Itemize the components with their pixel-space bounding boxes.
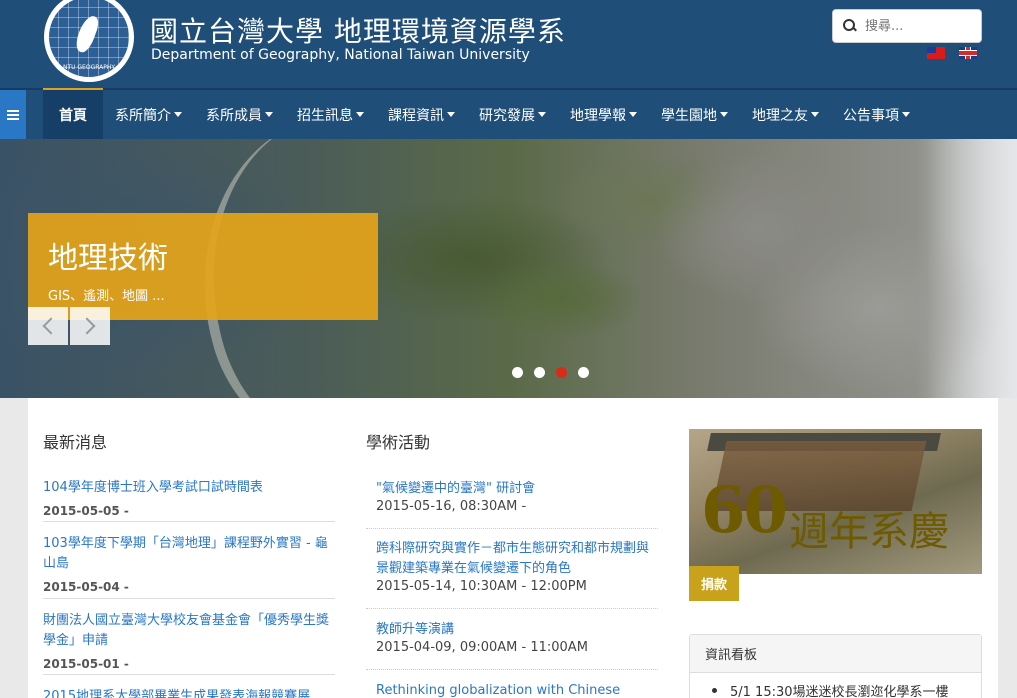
carousel-caption[interactable]: 地理技術 GIS、遙測、地圖 ...	[28, 213, 378, 320]
banner-number: 60	[701, 473, 788, 548]
chevron-right-icon	[78, 317, 96, 335]
carousel-indicator[interactable]	[578, 367, 589, 378]
menu-toggle-button[interactable]	[0, 90, 26, 139]
activity-item: "氣候變遷中的臺灣" 研討會 2015-05-16, 08:30AM -	[366, 479, 658, 529]
caret-down-icon	[629, 112, 637, 117]
carousel-indicator-active[interactable]	[556, 367, 567, 378]
caret-down-icon	[447, 112, 455, 117]
news-link[interactable]: 103學年度下學期「台灣地理」課程野外實習 - 龜山島	[43, 534, 335, 574]
activity-time: 2015-05-14, 10:30AM - 12:00PM	[376, 579, 587, 594]
news-section-title: 最新消息	[43, 433, 108, 452]
nav-item-label: 公告事項	[843, 107, 899, 124]
donate-button[interactable]: 捐款	[689, 566, 739, 601]
search-box[interactable]	[832, 9, 982, 43]
main-nav: 首頁 系所簡介 系所成員 招生訊息 課程資訊 研究發展 地理學報 學生園地 地理…	[0, 88, 1017, 139]
site-header: NTU GEOGRAPHY 國立台灣大學 地理環境資源學系 Department…	[0, 0, 1017, 88]
activity-item: Rethinking globalization with Chinese	[366, 681, 658, 698]
nav-item-label: 地理之友	[752, 107, 808, 124]
activity-link[interactable]: "氣候變遷中的臺灣" 研討會	[376, 479, 658, 499]
caret-down-icon	[356, 112, 364, 117]
nav-item-research[interactable]: 研究發展	[467, 90, 558, 139]
nav-item-journal[interactable]: 地理學報	[558, 90, 649, 139]
activity-time: 2015-05-16, 08:30AM -	[376, 499, 527, 514]
caption-text: GIS、遙測、地圖 ...	[48, 289, 165, 304]
banner-text: 週年系慶	[789, 509, 949, 555]
nav-item-home[interactable]: 首頁	[43, 88, 103, 139]
caret-down-icon	[811, 112, 819, 117]
news-link[interactable]: 財團法人國立臺灣大學校友會基金會「優秀學生獎學金」申請	[43, 611, 335, 651]
activity-item: 教師升等演講 2015-04-09, 09:00AM - 11:00AM	[366, 620, 658, 670]
hero-carousel[interactable]: 地理技術 GIS、遙測、地圖 ...	[0, 139, 1017, 398]
activity-link[interactable]: Rethinking globalization with Chinese	[376, 681, 658, 698]
nav-item-label: 系所簡介	[115, 107, 171, 124]
nav-item-label: 首頁	[59, 107, 87, 124]
news-date: 2015-05-01 -	[43, 657, 129, 671]
activity-item: 跨科際研究與實作－都市生態研究和都市規劃與景觀建築專業在氣候變遷下的角色 201…	[366, 539, 658, 609]
chevron-left-icon	[42, 317, 60, 335]
caret-down-icon	[265, 112, 273, 117]
globe-logo-icon: NTU GEOGRAPHY	[49, 0, 129, 77]
nav-item-label: 課程資訊	[388, 107, 444, 124]
carousel-indicators	[512, 367, 589, 378]
search-input[interactable]	[865, 18, 975, 34]
news-date: 2015-05-05 -	[43, 504, 129, 518]
activities-section-title: 學術活動	[366, 433, 431, 452]
department-logo[interactable]: NTU GEOGRAPHY	[44, 0, 134, 82]
taiwan-flag-icon[interactable]	[927, 47, 945, 59]
logo-text: NTU GEOGRAPHY	[62, 64, 116, 71]
news-date: 2015-05-04 -	[43, 580, 129, 594]
nav-item-courses[interactable]: 課程資訊	[376, 90, 467, 139]
search-icon[interactable]	[843, 19, 857, 33]
site-title-chinese[interactable]: 國立台灣大學 地理環境資源學系	[150, 10, 566, 50]
nav-item-label: 研究發展	[479, 107, 535, 124]
carousel-indicator[interactable]	[534, 367, 545, 378]
anniversary-banner[interactable]: 60 週年系慶	[689, 429, 982, 574]
carousel-indicator[interactable]	[512, 367, 523, 378]
uk-flag-icon[interactable]	[959, 47, 977, 59]
info-board-item[interactable]: 5/1 15:30場迷迷校長瀏迩化學系一樓	[690, 673, 981, 698]
info-board-title: 資訊看板	[690, 635, 981, 673]
nav-item-admissions[interactable]: 招生訊息	[285, 90, 376, 139]
activity-link[interactable]: 跨科際研究與實作－都市生態研究和都市規劃與景觀建築專業在氣候變遷下的角色	[376, 539, 658, 579]
nav-item-friends[interactable]: 地理之友	[740, 90, 831, 139]
carousel-next-button[interactable]	[70, 307, 110, 345]
caret-down-icon	[902, 112, 910, 117]
nav-item-announcements[interactable]: 公告事項	[831, 90, 922, 139]
caret-down-icon	[720, 112, 728, 117]
news-item: 財團法人國立臺灣大學校友會基金會「優秀學生獎學金」申請 2015-05-01 -	[43, 611, 335, 675]
news-item: 103學年度下學期「台灣地理」課程野外實習 - 龜山島 2015-05-04 -	[43, 534, 335, 599]
nav-item-about[interactable]: 系所簡介	[103, 90, 194, 139]
nav-item-label: 招生訊息	[297, 107, 353, 124]
activity-time: 2015-04-09, 09:00AM - 11:00AM	[376, 640, 588, 655]
nav-item-label: 系所成員	[206, 107, 262, 124]
caret-down-icon	[538, 112, 546, 117]
info-board: 資訊看板 5/1 15:30場迷迷校長瀏迩化學系一樓	[689, 634, 982, 698]
news-item: 104學年度博士班入學考試口試時間表 2015-05-05 -	[43, 478, 335, 522]
nav-item-label: 學生園地	[661, 107, 717, 124]
news-item: 2015地理系大學部畢業生成果發表海報競賽展	[43, 687, 335, 698]
carousel-prev-button[interactable]	[28, 307, 68, 345]
caret-down-icon	[174, 112, 182, 117]
site-title-english[interactable]: Department of Geography, National Taiwan…	[151, 47, 530, 63]
nav-items: 首頁 系所簡介 系所成員 招生訊息 課程資訊 研究發展 地理學報 學生園地 地理…	[43, 88, 922, 139]
hamburger-icon	[7, 109, 19, 120]
nav-item-label: 地理學報	[570, 107, 626, 124]
news-link[interactable]: 2015地理系大學部畢業生成果發表海報競賽展	[43, 687, 335, 698]
activity-link[interactable]: 教師升等演講	[376, 620, 658, 640]
news-link[interactable]: 104學年度博士班入學考試口試時間表	[43, 478, 335, 498]
main-content: 最新消息 104學年度博士班入學考試口試時間表 2015-05-05 - 103…	[28, 398, 998, 698]
caption-title: 地理技術	[48, 241, 168, 276]
nav-item-students[interactable]: 學生園地	[649, 90, 740, 139]
nav-item-members[interactable]: 系所成員	[194, 90, 285, 139]
